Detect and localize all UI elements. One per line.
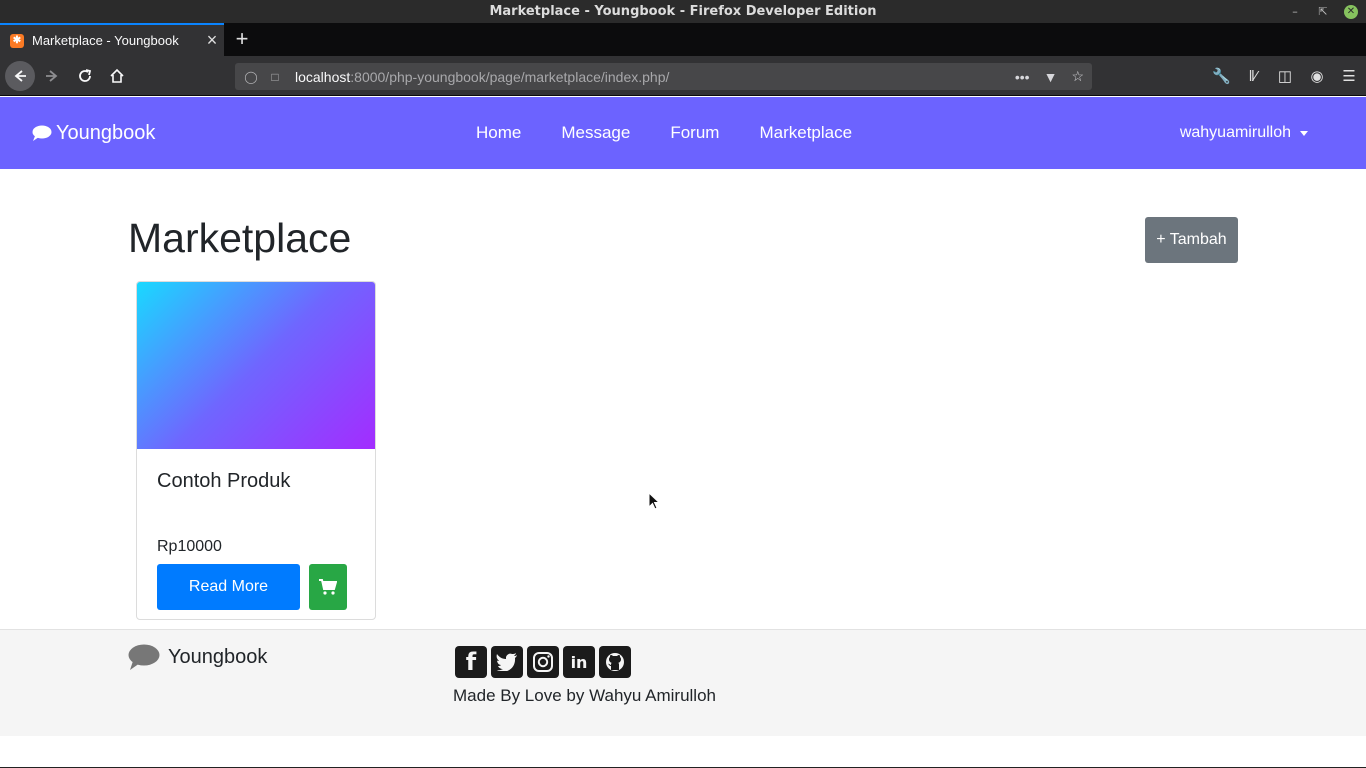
- pocket-icon[interactable]: ▼: [1044, 69, 1058, 85]
- read-more-button[interactable]: Read More: [157, 564, 300, 610]
- username: wahyuamirulloh: [1179, 124, 1291, 141]
- minimize-icon[interactable]: –: [1288, 5, 1302, 19]
- footer-brand: Youngbook: [128, 644, 267, 670]
- bookmark-star-icon[interactable]: ☆: [1071, 68, 1084, 85]
- tab-title: Marketplace - Youngbook: [32, 33, 179, 48]
- browser-tab-active[interactable]: ✱ Marketplace - Youngbook ×: [0, 23, 224, 56]
- tracking-shield-icon[interactable]: ◯: [243, 70, 259, 84]
- page-bottom: [0, 736, 1366, 768]
- mouse-cursor-icon: [648, 492, 660, 510]
- nav-home[interactable]: Home: [476, 123, 521, 143]
- account-icon[interactable]: ◉: [1308, 67, 1326, 85]
- toolbar-right: 🔧 ‖⁄ ◫ ◉ ☰: [1212, 56, 1358, 96]
- shopping-cart-icon: [319, 579, 337, 595]
- url-actions: ••• ▼ ☆: [1015, 63, 1084, 90]
- instagram-icon[interactable]: [527, 646, 559, 678]
- product-price: Rp10000: [157, 538, 222, 555]
- user-dropdown[interactable]: wahyuamirulloh: [1180, 97, 1308, 169]
- sidebar-icon[interactable]: ◫: [1276, 67, 1294, 85]
- comment-icon: [128, 644, 160, 670]
- add-product-button[interactable]: + Tambah: [1145, 217, 1238, 263]
- url-text[interactable]: localhost:8000/php-youngbook/page/market…: [295, 69, 669, 85]
- menu-icon[interactable]: ☰: [1340, 67, 1358, 85]
- footer: Youngbook f in Made By Love by Wahyu Ami…: [0, 629, 1366, 736]
- url-bar[interactable]: ◯ □ localhost:8000/php-youngbook/page/ma…: [235, 63, 1092, 90]
- navbar-brand[interactable]: Youngbook: [32, 97, 155, 169]
- product-name: Contoh Produk: [157, 470, 291, 492]
- product-card: Contoh Produk Rp10000 Read More: [136, 281, 376, 620]
- url-host: localhost: [295, 68, 351, 85]
- url-path: :8000/php-youngbook/page/marketplace/ind…: [350, 68, 670, 85]
- reload-icon[interactable]: [71, 62, 99, 90]
- close-window-icon[interactable]: ✕: [1344, 4, 1358, 19]
- social-links: f in: [455, 646, 631, 678]
- footer-brand-name: Youngbook: [168, 645, 268, 668]
- nav-forum[interactable]: Forum: [670, 123, 719, 143]
- nav-marketplace[interactable]: Marketplace: [759, 123, 852, 143]
- window-controls: – ⇱ ✕: [1288, 0, 1358, 23]
- library-icon[interactable]: ‖⁄: [1244, 68, 1262, 85]
- tab-close-icon[interactable]: ×: [200, 30, 224, 51]
- tab-strip: ✱ Marketplace - Youngbook × +: [0, 23, 1366, 56]
- nav-message[interactable]: Message: [561, 123, 630, 143]
- add-to-cart-button[interactable]: [309, 564, 347, 610]
- facebook-icon[interactable]: f: [455, 646, 487, 678]
- maximize-icon[interactable]: ⇱: [1316, 5, 1330, 19]
- twitter-icon[interactable]: [491, 646, 523, 678]
- footer-credit: Made By Love by Wahyu Amirulloh: [453, 686, 716, 705]
- caret-down-icon: [1300, 130, 1308, 136]
- linkedin-icon[interactable]: in: [563, 646, 595, 678]
- page-title: Marketplace: [128, 215, 352, 261]
- window-title: Marketplace - Youngbook - Firefox Develo…: [489, 4, 877, 19]
- back-arrow-icon[interactable]: [5, 61, 35, 91]
- devtools-wrench-icon[interactable]: 🔧: [1212, 67, 1231, 85]
- page-info-icon[interactable]: □: [267, 70, 283, 84]
- new-tab-icon[interactable]: +: [230, 27, 254, 51]
- xampp-favicon-icon: ✱: [10, 33, 24, 48]
- product-image: [137, 282, 375, 449]
- forward-arrow-icon[interactable]: [38, 62, 66, 90]
- page-actions-icon[interactable]: •••: [1015, 69, 1030, 85]
- window-titlebar: Marketplace - Youngbook - Firefox Develo…: [0, 0, 1366, 23]
- site-navbar: Youngbook Home Message Forum Marketplace…: [0, 97, 1366, 169]
- comment-icon: [32, 125, 52, 141]
- github-icon[interactable]: [599, 646, 631, 678]
- nav-links: Home Message Forum Marketplace: [476, 97, 892, 169]
- brand-name: Youngbook: [56, 121, 156, 144]
- home-icon[interactable]: [103, 62, 131, 90]
